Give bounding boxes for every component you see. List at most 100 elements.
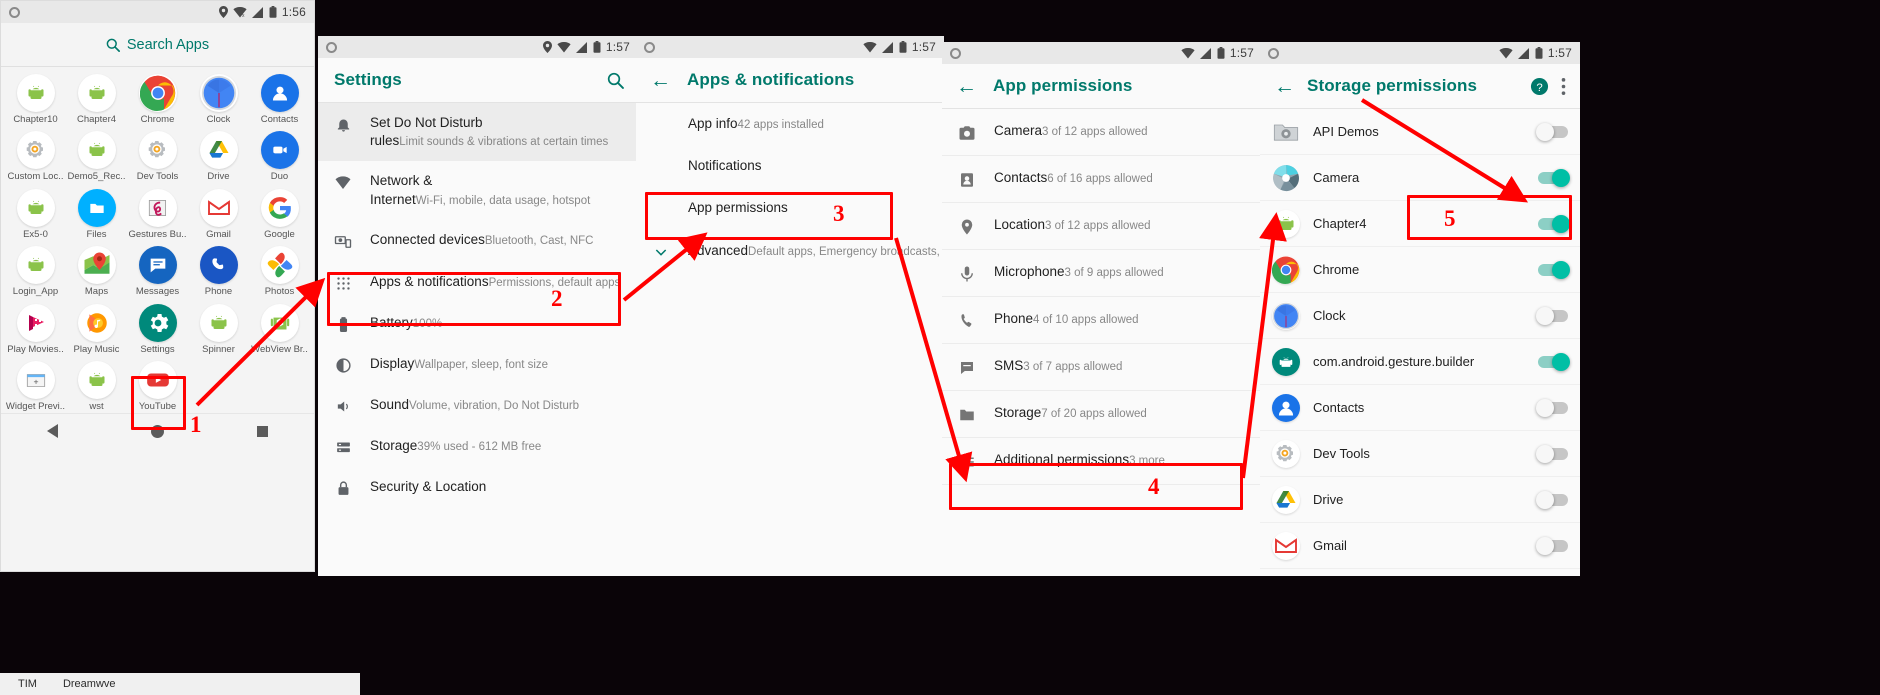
app-icon-google[interactable]: Google: [249, 184, 310, 240]
storage-app-row-dev-tools[interactable]: Dev Tools: [1260, 431, 1580, 477]
help-circle-icon[interactable]: ?: [1530, 77, 1549, 96]
row-subtitle: Wi-Fi, mobile, data usage, hotspot: [415, 194, 591, 207]
app-icon-files[interactable]: Files: [66, 184, 127, 240]
permission-row-microphone[interactable]: Microphone3 of 9 apps allowed: [942, 250, 1262, 297]
statusbar-time: 1:57: [911, 40, 936, 54]
google-icon: [260, 188, 299, 227]
storage-app-row-com-android-gesture-builder[interactable]: com.android.gesture.builder: [1260, 339, 1580, 385]
settings-row-storage[interactable]: Storage39% used - 612 MB free: [318, 426, 638, 467]
taskbar-item[interactable]: TIM: [18, 678, 37, 690]
app-icon-drive[interactable]: Drive: [188, 126, 249, 182]
storage-permission-toggle[interactable]: [1538, 352, 1570, 371]
app-icon-gestures-bu[interactable]: Gestures Bu..: [127, 184, 188, 240]
storage-permission-toggle[interactable]: [1536, 306, 1568, 325]
storage-app-row-chapter4[interactable]: Chapter4: [1260, 201, 1580, 247]
android-green-icon: [199, 303, 238, 342]
app-icon-ex5-0[interactable]: Ex5-0: [5, 184, 66, 240]
appsnotif-row-notifications[interactable]: Notifications: [636, 145, 944, 187]
wifi-off-icon: [557, 41, 571, 52]
settings-row-set-do-not-disturb-rules[interactable]: Set Do Not Disturb rulesLimit sounds & v…: [318, 103, 638, 162]
contacts-icon: [260, 74, 299, 112]
storage-app-row-camera[interactable]: Camera: [1260, 155, 1580, 201]
app-icon-duo[interactable]: Duo: [249, 126, 310, 182]
back-arrow-icon[interactable]: ←: [1274, 76, 1295, 97]
back-arrow-icon[interactable]: ←: [956, 76, 977, 97]
storage-permission-toggle[interactable]: [1538, 168, 1570, 187]
app-icon-dev-tools[interactable]: Dev Tools: [127, 126, 188, 182]
folder-gear-icon: [1272, 118, 1300, 146]
app-icon-maps[interactable]: Maps: [66, 241, 127, 297]
storage-app-row-contacts[interactable]: Contacts: [1260, 385, 1580, 431]
recents-square-icon[interactable]: [256, 425, 268, 437]
storage-app-row-api-demos[interactable]: API Demos: [1260, 109, 1580, 155]
app-label: Messages: [135, 287, 180, 298]
app-icon-gmail[interactable]: Gmail: [188, 184, 249, 240]
settings-row-network-internet[interactable]: Network & InternetWi-Fi, mobile, data us…: [318, 161, 638, 219]
app-icon-settings[interactable]: Settings: [127, 299, 188, 355]
app-icon-photos[interactable]: Photos: [249, 241, 310, 297]
home-circle-icon[interactable]: [150, 424, 164, 438]
app-icon-webview-br[interactable]: WebView Br..: [249, 299, 310, 355]
storage-permission-toggle[interactable]: [1536, 444, 1568, 463]
settings-row-battery[interactable]: Battery100%: [318, 303, 638, 344]
app-icon-youtube[interactable]: YouTube: [127, 356, 188, 412]
appsnotif-row-app-permissions[interactable]: App permissions: [636, 187, 944, 229]
storage-permission-toggle[interactable]: [1536, 536, 1568, 555]
back-triangle-icon[interactable]: [47, 424, 59, 439]
app-icon-phone[interactable]: Phone: [188, 241, 249, 297]
storage-permissions-appbar: ← Storage permissions ?: [1260, 64, 1580, 109]
permission-row-contacts[interactable]: Contacts6 of 16 apps allowed: [942, 156, 1262, 203]
location-pin-icon: [218, 6, 228, 18]
more-vert-icon[interactable]: [1561, 77, 1566, 96]
app-icon-demo5-rec[interactable]: Demo5_Rec..: [66, 126, 127, 182]
settings-list: Set Do Not Disturb rulesLimit sounds & v…: [318, 103, 638, 508]
app-icon-play-movies[interactable]: Play Movies..: [5, 299, 66, 355]
app-icon-play-music[interactable]: Play Music: [66, 299, 127, 355]
storage-app-row-gmail[interactable]: Gmail: [1260, 523, 1580, 569]
app-icon-custom-loc[interactable]: Custom Loc..: [5, 126, 66, 182]
app-icon-chrome[interactable]: Chrome: [127, 69, 188, 125]
back-arrow-icon[interactable]: ←: [650, 70, 671, 91]
app-icon-messages[interactable]: Messages: [127, 241, 188, 297]
storage-permissions-panel: 1:57 ← Storage permissions ? API Demos Ca…: [1260, 42, 1580, 576]
messages-icon: [138, 246, 177, 285]
storage-permission-toggle[interactable]: [1536, 122, 1568, 141]
settings-row-apps-notifications[interactable]: Apps & notificationsPermissions, default…: [318, 262, 638, 303]
permission-row-additional-permissions[interactable]: Additional permissions3 more: [942, 438, 1262, 485]
permission-row-phone[interactable]: Phone4 of 10 apps allowed: [942, 297, 1262, 344]
storage-app-row-google-app[interactable]: Google App: [1260, 569, 1580, 576]
play-music-icon: [77, 303, 116, 342]
storage-permission-toggle[interactable]: [1538, 260, 1570, 279]
taskbar-item[interactable]: Dreamwve: [63, 678, 116, 690]
storage-app-row-chrome[interactable]: Chrome: [1260, 247, 1580, 293]
app-label: Duo: [270, 172, 289, 183]
app-label: Chrome: [140, 115, 175, 125]
storage-app-row-clock[interactable]: Clock: [1260, 293, 1580, 339]
settings-row-security-location[interactable]: Security & Location: [318, 467, 638, 508]
settings-row-connected-devices[interactable]: Connected devicesBluetooth, Cast, NFC: [318, 220, 638, 262]
storage-permission-toggle[interactable]: [1536, 398, 1568, 417]
search-icon[interactable]: [607, 72, 624, 89]
app-icon-spinner[interactable]: Spinner: [188, 299, 249, 355]
app-icon-login-app[interactable]: Login_App: [5, 241, 66, 297]
appsnotif-row-app-info[interactable]: App info42 apps installed: [636, 103, 944, 145]
app-icon-contacts[interactable]: Contacts: [249, 69, 310, 125]
search-apps-button[interactable]: Search Apps: [1, 23, 314, 67]
app-label: Widget Previ..: [5, 402, 66, 413]
appsnotif-row-advanced[interactable]: AdvancedDefault apps, Emergency broadcas…: [636, 230, 944, 272]
app-icon-chapter4[interactable]: Chapter4: [66, 69, 127, 125]
settings-row-sound[interactable]: SoundVolume, vibration, Do Not Disturb: [318, 385, 638, 426]
storage-permission-toggle[interactable]: [1536, 490, 1568, 509]
gear-orange-icon: [16, 131, 55, 170]
permission-row-location[interactable]: Location3 of 12 apps allowed: [942, 203, 1262, 250]
permission-row-camera[interactable]: Camera3 of 12 apps allowed: [942, 109, 1262, 156]
app-icon-widget-previ[interactable]: + Widget Previ..: [5, 356, 66, 412]
app-icon-wst[interactable]: wst: [66, 356, 127, 412]
storage-permission-toggle[interactable]: [1538, 214, 1570, 233]
permission-row-storage[interactable]: Storage7 of 20 apps allowed: [942, 391, 1262, 438]
permission-row-sms[interactable]: SMS3 of 7 apps allowed: [942, 344, 1262, 391]
storage-app-row-drive[interactable]: Drive: [1260, 477, 1580, 523]
app-icon-chapter10[interactable]: Chapter10: [5, 69, 66, 125]
settings-row-display[interactable]: DisplayWallpaper, sleep, font size: [318, 344, 638, 385]
app-icon-clock[interactable]: Clock: [188, 69, 249, 125]
